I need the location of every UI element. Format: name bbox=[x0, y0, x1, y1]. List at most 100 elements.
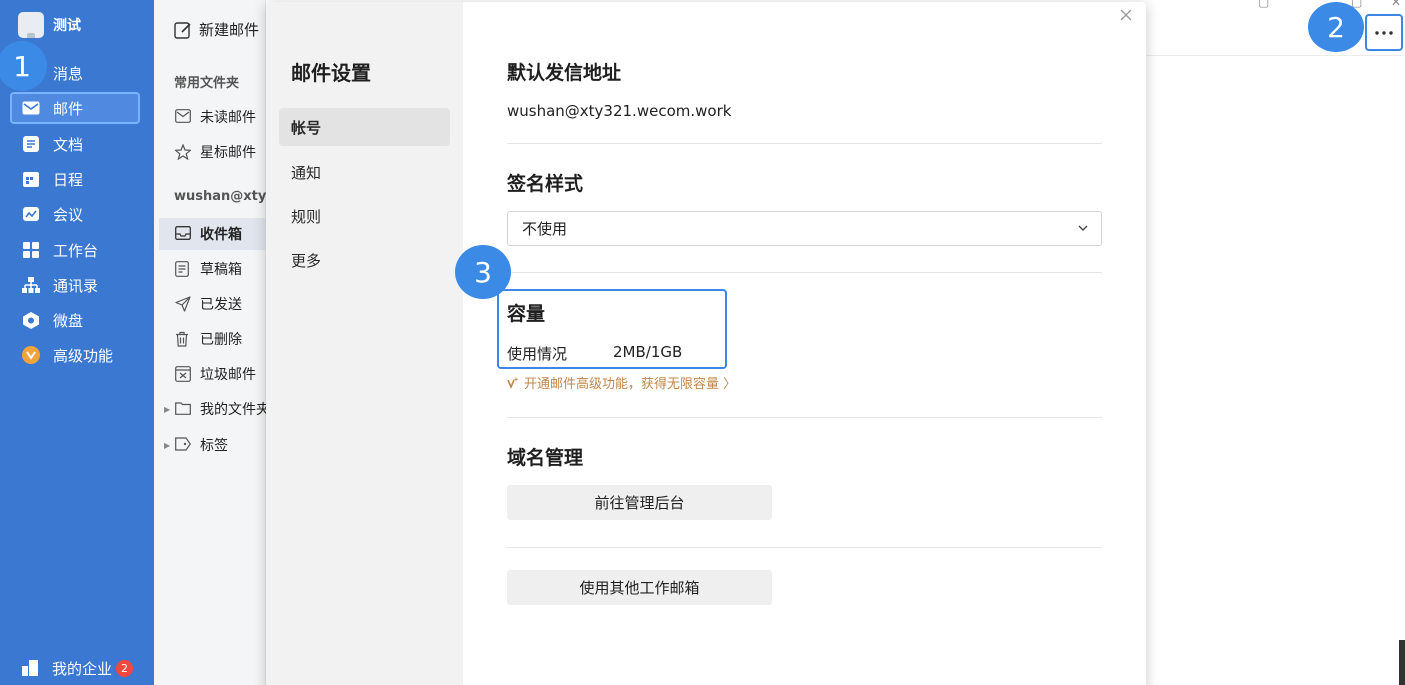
compose-icon bbox=[174, 21, 192, 39]
nav-item-meeting[interactable]: 会议 bbox=[10, 198, 140, 230]
org-chart-icon bbox=[22, 276, 40, 294]
nav-item-label: 消息 bbox=[53, 64, 84, 83]
annotation-marker: 3 bbox=[455, 245, 511, 299]
nav-item-mail[interactable]: 邮件 bbox=[10, 92, 140, 124]
folder-label: 已发送 bbox=[200, 297, 242, 313]
folder-tags[interactable]: ▶ 标签 bbox=[159, 429, 266, 461]
send-icon bbox=[175, 296, 191, 312]
window-close-icon[interactable]: ✕ bbox=[1391, 0, 1401, 9]
settings-sidebar: 邮件设置 帐号 通知 规则 更多 bbox=[266, 2, 463, 685]
folder-label: 垃圾邮件 bbox=[200, 367, 256, 383]
usage-value: 2MB/1GB bbox=[613, 343, 683, 361]
nav-item-drive[interactable]: 微盘 bbox=[10, 304, 140, 336]
upgrade-link-label: 开通邮件高级功能，获得无限容量 〉 bbox=[524, 377, 737, 392]
signature-selected-value: 不使用 bbox=[522, 220, 568, 238]
drive-icon bbox=[22, 311, 40, 329]
tab-notifications[interactable]: 通知 bbox=[279, 153, 450, 191]
default-sender-address: wushan@xty321.wecom.work bbox=[507, 102, 732, 120]
meeting-icon bbox=[22, 205, 40, 223]
default-sender-title: 默认发信地址 bbox=[507, 62, 622, 84]
trash-icon bbox=[175, 331, 191, 347]
nav-item-label: 会议 bbox=[53, 205, 84, 224]
nav-item-contacts[interactable]: 通讯录 bbox=[10, 269, 140, 301]
usage-label: 使用情况 bbox=[507, 345, 568, 363]
annotation-marker: 2 bbox=[1308, 2, 1364, 52]
nav-item-advanced[interactable]: 高级功能 bbox=[10, 339, 140, 371]
nav-item-label: 高级功能 bbox=[53, 346, 114, 365]
nav-item-calendar[interactable]: 日程 bbox=[10, 163, 140, 195]
nav-item-label: 邮件 bbox=[53, 99, 84, 118]
nav-item-label: 文档 bbox=[53, 135, 84, 154]
tag-icon bbox=[175, 437, 192, 453]
account-header: wushan@xty321.wecom.work bbox=[174, 189, 266, 204]
org-name: 测试 bbox=[53, 18, 81, 34]
nav-item-label: 工作台 bbox=[53, 241, 99, 260]
folder-starred[interactable]: 星标邮件 bbox=[159, 136, 266, 168]
settings-title: 邮件设置 bbox=[291, 61, 371, 85]
go-to-admin-button[interactable]: 前往管理后台 bbox=[507, 485, 772, 520]
inbox-icon bbox=[175, 226, 191, 242]
nav-item-label: 日程 bbox=[53, 170, 84, 189]
mail-settings-dialog: 邮件设置 帐号 通知 规则 更多 默认发信地址 wushan@xty321.we… bbox=[266, 2, 1146, 685]
folder-label: 草稿箱 bbox=[200, 262, 242, 278]
folder-drafts[interactable]: 草稿箱 bbox=[159, 253, 266, 285]
compose-button[interactable]: 新建邮件 bbox=[174, 19, 259, 40]
document-icon bbox=[22, 135, 40, 153]
folder-label: 我的文件夹 bbox=[200, 402, 266, 418]
domain-title: 域名管理 bbox=[507, 447, 584, 469]
folder-spam[interactable]: 垃圾邮件 bbox=[159, 358, 266, 390]
more-dots-icon bbox=[1375, 30, 1393, 35]
compose-label: 新建邮件 bbox=[199, 21, 260, 39]
tab-more[interactable]: 更多 bbox=[279, 241, 450, 279]
divider bbox=[507, 417, 1102, 418]
org-brand[interactable]: 测试 bbox=[18, 12, 81, 38]
sparkle-icon bbox=[507, 376, 519, 389]
folder-panel: 新建邮件 常用文件夹 未读邮件 星标邮件 wushan@xty321.wecom… bbox=[154, 0, 266, 685]
expand-arrow-icon[interactable]: ▶ bbox=[164, 405, 170, 414]
main-nav: 测试 消息 邮件 文档 日程 会议 工作台 通讯录 微盘 高级功能 我的企业 2 bbox=[0, 0, 154, 685]
expand-arrow-icon[interactable]: ▶ bbox=[164, 441, 170, 450]
tab-account[interactable]: 帐号 bbox=[279, 108, 450, 146]
nav-item-label: 微盘 bbox=[53, 311, 84, 330]
enterprise-label: 我的企业 bbox=[52, 660, 113, 678]
org-logo bbox=[18, 12, 44, 38]
folder-label: 已删除 bbox=[200, 332, 242, 348]
folder-my-folders[interactable]: ▶ 我的文件夹 bbox=[159, 393, 266, 425]
nav-item-workbench[interactable]: 工作台 bbox=[10, 234, 140, 266]
divider bbox=[507, 272, 1102, 273]
folder-label: 标签 bbox=[200, 438, 228, 454]
draft-icon bbox=[175, 261, 191, 277]
enterprise-badge: 2 bbox=[116, 660, 134, 677]
nav-item-docs[interactable]: 文档 bbox=[10, 128, 140, 160]
divider bbox=[507, 143, 1102, 144]
unread-mail-icon bbox=[175, 109, 191, 125]
folder-label: 星标邮件 bbox=[200, 145, 256, 161]
nav-item-label: 通讯录 bbox=[53, 276, 99, 295]
window-edge bbox=[1399, 640, 1405, 685]
spam-icon bbox=[175, 366, 191, 382]
nav-item-my-enterprise[interactable]: 我的企业 2 bbox=[22, 658, 134, 679]
signature-title: 签名样式 bbox=[507, 173, 584, 195]
calendar-icon bbox=[22, 170, 40, 188]
mail-icon bbox=[22, 99, 40, 117]
folder-inbox[interactable]: 收件箱 bbox=[159, 218, 266, 250]
more-options-button[interactable] bbox=[1365, 14, 1403, 51]
capacity-title: 容量 bbox=[507, 303, 546, 325]
divider bbox=[507, 547, 1102, 548]
signature-select[interactable]: 不使用 bbox=[507, 211, 1102, 246]
folder-deleted[interactable]: 已删除 bbox=[159, 323, 266, 355]
upgrade-link[interactable]: 开通邮件高级功能，获得无限容量 〉 bbox=[507, 373, 736, 392]
star-icon bbox=[173, 143, 193, 161]
tab-rules[interactable]: 规则 bbox=[279, 197, 450, 235]
settings-content: 默认发信地址 wushan@xty321.wecom.work 签名样式 不使用… bbox=[497, 2, 1102, 685]
use-other-mailbox-button[interactable]: 使用其他工作邮箱 bbox=[507, 570, 772, 605]
chevron-down-icon bbox=[1078, 225, 1088, 231]
common-folders-header: 常用文件夹 bbox=[174, 76, 240, 91]
window-pin-icon[interactable]: ▢ bbox=[1258, 0, 1269, 9]
folder-icon bbox=[175, 401, 191, 417]
building-icon bbox=[22, 659, 40, 678]
folder-unread[interactable]: 未读邮件 bbox=[159, 101, 266, 133]
workbench-icon bbox=[22, 241, 40, 259]
folder-sent[interactable]: 已发送 bbox=[159, 288, 266, 320]
close-icon[interactable] bbox=[1118, 7, 1136, 25]
